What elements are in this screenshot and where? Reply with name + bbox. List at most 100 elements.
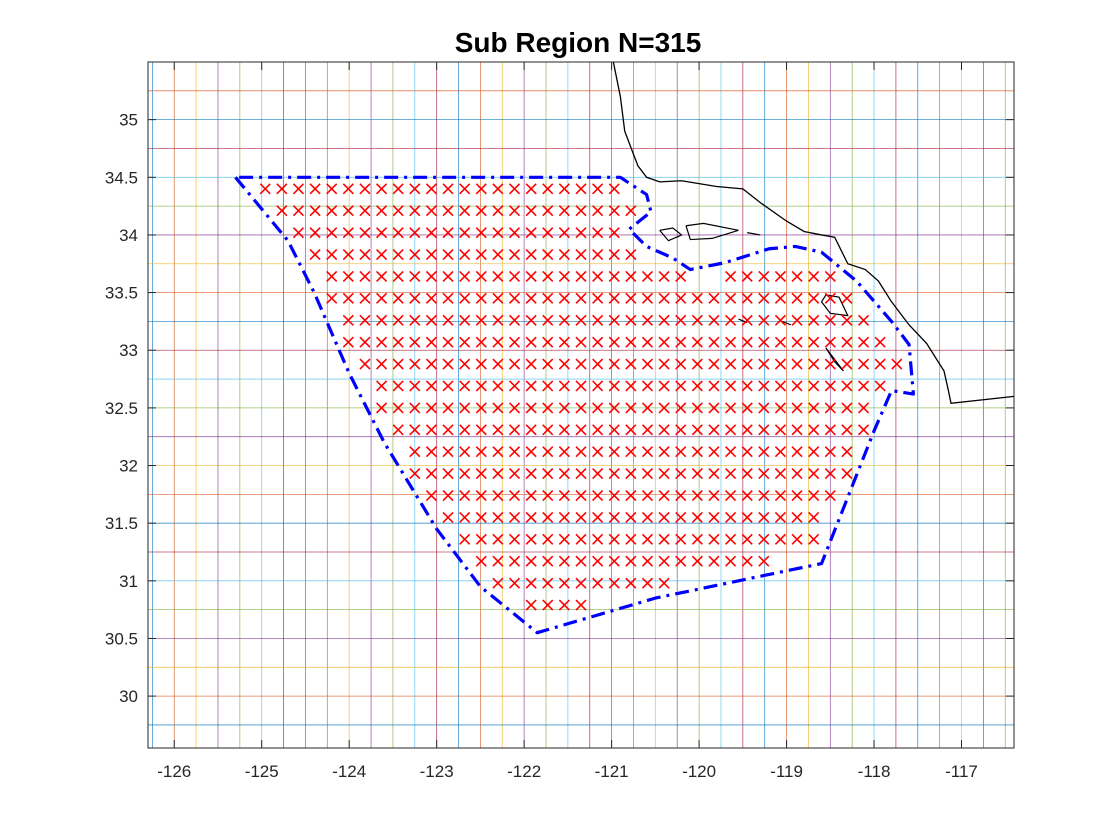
grid-point-marker (708, 555, 720, 567)
x-tick-label: -117 (945, 762, 978, 781)
grid-point-marker (691, 314, 703, 326)
grid-point-marker (425, 380, 437, 392)
grid-point-marker (808, 533, 820, 545)
grid-point-marker (625, 424, 637, 436)
grid-point-marker (392, 183, 404, 195)
grid-point-marker (641, 489, 654, 502)
grid-point-marker (459, 183, 471, 195)
grid-point-marker (625, 205, 637, 217)
grid-point-marker (492, 489, 504, 502)
grid-point-marker (691, 555, 703, 567)
grid-point-marker (359, 227, 371, 239)
grid-point-marker (658, 446, 670, 458)
grid-point-marker (608, 270, 620, 283)
grid-point-marker (758, 489, 770, 502)
grid-point-marker (475, 533, 487, 545)
grid-point-marker (891, 358, 903, 370)
grid-point-marker (857, 380, 870, 392)
grid-point-marker (758, 424, 770, 436)
grid-point-marker (841, 314, 853, 326)
grid-point-marker (492, 227, 504, 239)
grid-point-marker (857, 314, 870, 326)
grid-point-marker (641, 555, 654, 567)
grid-point-marker (442, 489, 454, 502)
grid-point-marker (392, 380, 404, 392)
grid-point-marker (492, 555, 504, 567)
grid-point-marker (791, 380, 803, 392)
grid-point-marker (475, 511, 487, 523)
grid-point-marker (658, 555, 670, 567)
grid-point-marker (791, 358, 803, 370)
grid-point-marker (359, 248, 371, 261)
grid-point-marker (774, 511, 787, 523)
grid-point-marker (525, 468, 537, 480)
grid-point-marker (425, 446, 437, 458)
grid-point-marker (841, 292, 853, 304)
grid-point-marker (592, 380, 604, 392)
y-tick-label: 33.5 (105, 284, 138, 303)
grid-point-marker (392, 292, 404, 304)
grid-point-marker (442, 183, 454, 195)
grid-point-marker (625, 489, 637, 502)
grid-point-marker (508, 511, 521, 523)
grid-point-marker (641, 380, 654, 392)
grid-point-marker (392, 270, 404, 283)
grid-point-marker (808, 489, 820, 502)
grid-point-marker (708, 511, 720, 523)
grid-point-marker (641, 292, 654, 304)
grid-point-marker (691, 358, 703, 370)
grid-point-marker (641, 336, 654, 348)
grid-point-marker (592, 577, 604, 589)
grid-point-marker (525, 314, 537, 326)
grid-point-marker (608, 424, 620, 436)
grid-point-marker (309, 227, 321, 239)
grid-point-marker (508, 468, 521, 480)
grid-point-marker (575, 446, 587, 458)
grid-point-marker (725, 555, 737, 567)
grid-point-marker (309, 248, 321, 261)
grid-point-marker (542, 577, 554, 589)
grid-point-marker (459, 248, 471, 261)
grid-point-marker (475, 555, 487, 567)
grid-point-marker (592, 358, 604, 370)
grid-point-marker (508, 424, 521, 436)
grid-point-marker (375, 314, 388, 326)
grid-point-marker (691, 533, 703, 545)
grid-point-marker (658, 424, 670, 436)
grid-point-marker (791, 446, 803, 458)
grid-point-marker (841, 358, 853, 370)
island-outline (659, 227, 683, 242)
grid-point-marker (525, 227, 537, 239)
grid-point-marker (625, 336, 637, 348)
grid-point-marker (342, 336, 354, 348)
grid-point-marker (641, 358, 654, 370)
grid-point-marker (808, 446, 820, 458)
grid-point-marker (442, 205, 454, 217)
grid-point-marker (658, 511, 670, 523)
grid-point-marker (492, 292, 504, 304)
grid-point-marker (625, 511, 637, 523)
grid-point-marker (575, 292, 587, 304)
grid-point-marker (608, 336, 620, 348)
y-tick-label: 33 (119, 341, 138, 360)
grid-point-marker (725, 489, 737, 502)
y-tick-label: 31.5 (105, 514, 138, 533)
grid-point-marker (708, 533, 720, 545)
grid-point-marker (808, 270, 820, 283)
grid-point-marker (791, 424, 803, 436)
grid-point-marker (608, 380, 620, 392)
grid-point-marker (442, 336, 454, 348)
grid-point-marker (525, 205, 537, 217)
grid-point-marker (758, 270, 770, 283)
grid-point-marker (575, 314, 587, 326)
x-tick-label: -118 (858, 762, 891, 781)
grid-point-marker (475, 380, 487, 392)
y-tick-label: 30.5 (105, 629, 138, 648)
grid-point-marker (508, 248, 521, 261)
grid-point-marker (575, 489, 587, 502)
grid-point-marker (508, 358, 521, 370)
grid-point-marker (608, 468, 620, 480)
grid-point-marker (725, 292, 737, 304)
grid-point-marker (774, 489, 787, 502)
grid-point-marker (592, 248, 604, 261)
